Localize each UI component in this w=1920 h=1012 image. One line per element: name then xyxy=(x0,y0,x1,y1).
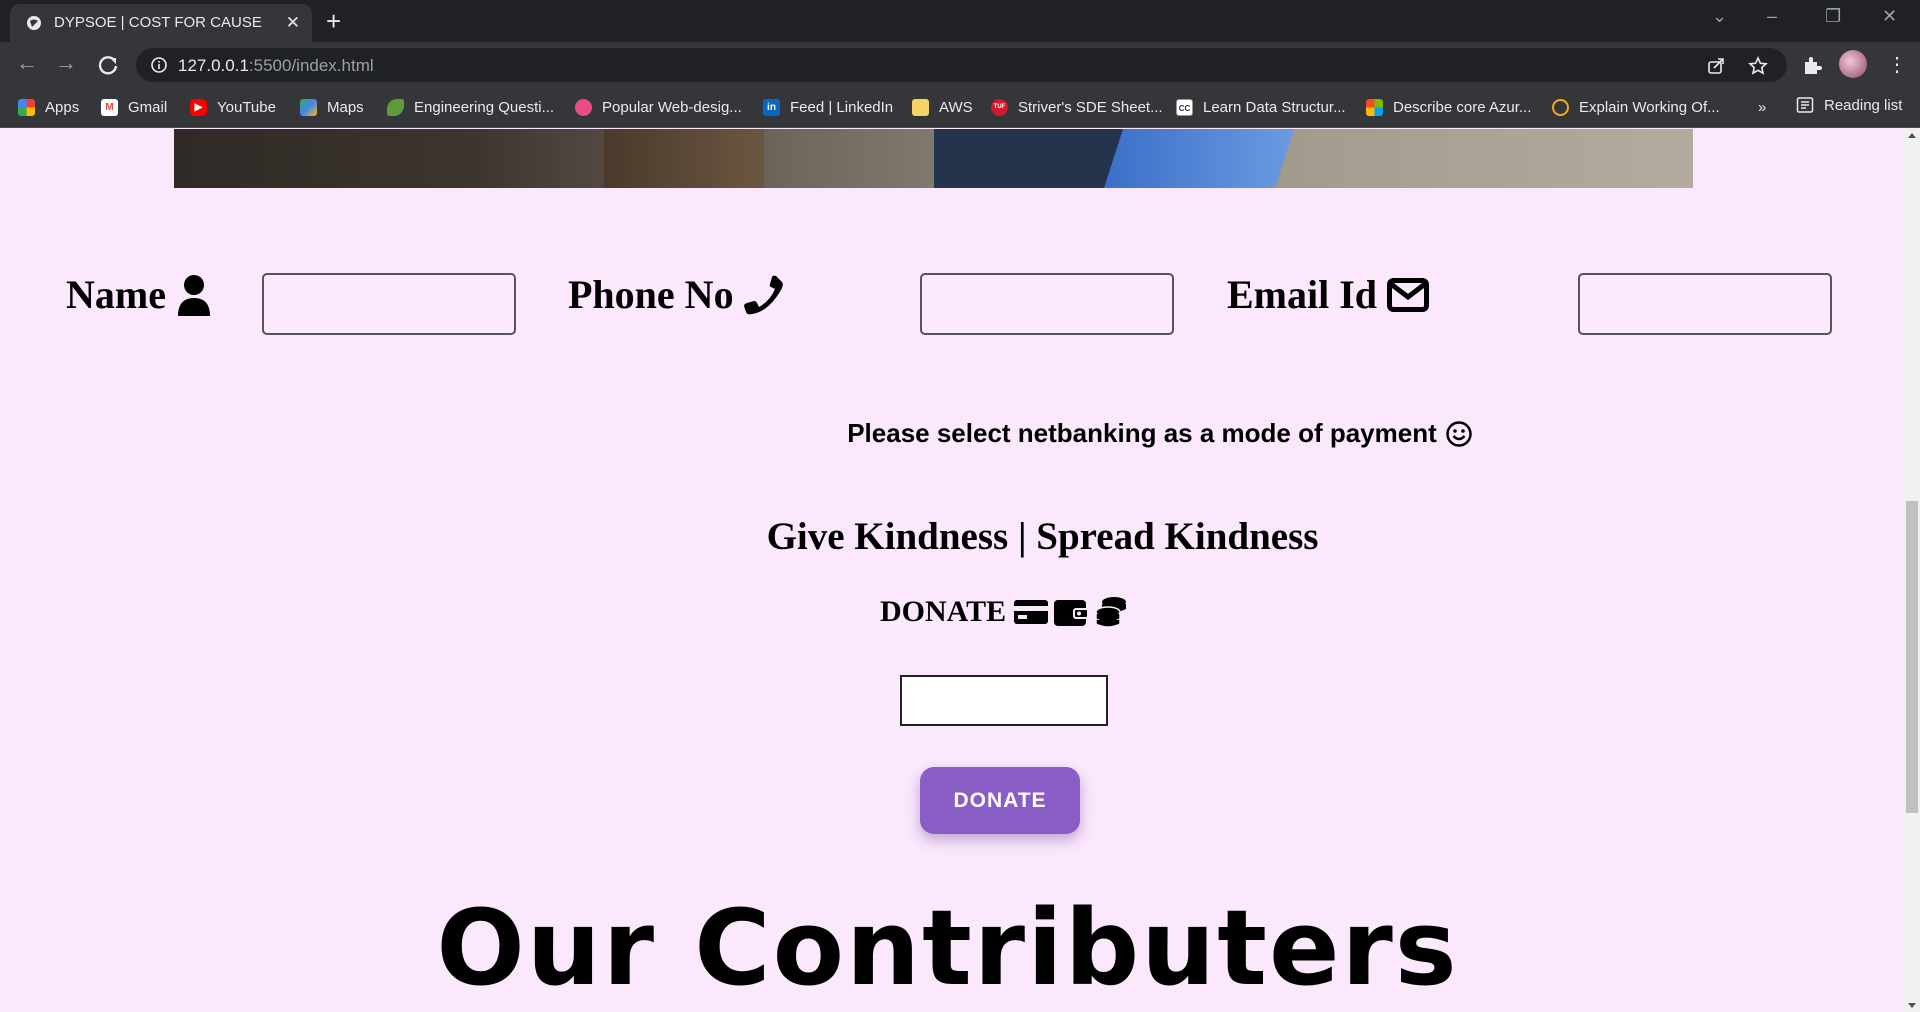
url-text: 127.0.0.1:5500/index.html xyxy=(178,56,374,75)
menu-kebab-icon[interactable]: ⋮ xyxy=(1887,52,1907,77)
email-input[interactable] xyxy=(1578,273,1832,335)
bookmark-youtube[interactable]: ▶ YouTube xyxy=(190,96,276,118)
apps-grid-icon xyxy=(18,98,35,116)
quora-icon xyxy=(1552,98,1569,116)
page-scrollbar[interactable] xyxy=(1904,129,1920,1012)
bookmark-webdesign[interactable]: Popular Web-desig... xyxy=(575,96,742,118)
leaf-icon xyxy=(387,98,404,116)
tab-search-icon[interactable]: ⌄ xyxy=(1712,6,1727,27)
reload-icon[interactable] xyxy=(97,54,119,76)
globe-icon xyxy=(27,16,41,30)
close-tab-icon[interactable]: ✕ xyxy=(286,13,300,33)
bookmark-striver[interactable]: TUF Striver's SDE Sheet... xyxy=(991,96,1163,118)
envelope-icon xyxy=(1387,277,1430,312)
bookmark-explain[interactable]: Explain Working Of... xyxy=(1552,96,1720,118)
wallet-icon xyxy=(1054,600,1089,626)
gmail-icon: M xyxy=(101,98,118,116)
credit-card-icon xyxy=(1014,600,1049,624)
bookmark-gmail[interactable]: M Gmail xyxy=(101,96,167,118)
forward-icon[interactable]: → xyxy=(55,50,77,76)
bookmark-maps[interactable]: Maps xyxy=(300,96,364,118)
folder-icon xyxy=(912,98,929,116)
name-input[interactable] xyxy=(262,273,516,335)
scroll-up-arrow-icon[interactable] xyxy=(1908,133,1916,138)
hero-image xyxy=(174,129,1693,188)
restore-icon[interactable]: ❐ xyxy=(1825,6,1841,27)
phone-icon xyxy=(743,275,783,314)
donate-heading: DONATE xyxy=(880,595,1128,629)
phone-input[interactable] xyxy=(920,273,1174,335)
coins-icon xyxy=(1095,597,1127,628)
reading-list-button[interactable]: Reading list xyxy=(1796,96,1902,114)
scroll-down-arrow-icon[interactable] xyxy=(1908,1003,1916,1008)
scrollbar-thumb[interactable] xyxy=(1906,501,1918,813)
bookmark-linkedin[interactable]: in Feed | LinkedIn xyxy=(763,96,893,118)
tab-strip: DYPSOE | COST FOR CAUSE ✕ + ⌄ – ❐ ✕ xyxy=(0,0,1920,42)
browser-tab[interactable]: DYPSOE | COST FOR CAUSE ✕ xyxy=(10,4,312,42)
profile-avatar[interactable] xyxy=(1839,50,1867,78)
tab-title: DYPSOE | COST FOR CAUSE xyxy=(54,14,262,31)
cc-icon: CC xyxy=(1176,98,1193,116)
bookmark-datastructures[interactable]: CC Learn Data Structur... xyxy=(1176,96,1346,118)
bookmark-azure[interactable]: Describe core Azur... xyxy=(1366,96,1531,118)
reading-list-icon xyxy=(1796,97,1814,113)
microsoft-icon xyxy=(1366,98,1383,116)
donate-button[interactable]: DONATE xyxy=(920,767,1080,834)
bookmarks-overflow-button[interactable]: » xyxy=(1758,96,1766,118)
share-icon[interactable] xyxy=(1706,56,1726,76)
window-close-icon[interactable]: ✕ xyxy=(1882,6,1897,27)
bookmark-star-icon[interactable] xyxy=(1748,56,1768,76)
browser-toolbar: ← → 127.0.0.1:5500/index.html ⋮ xyxy=(0,42,1920,88)
back-icon[interactable]: ← xyxy=(16,50,38,76)
email-label: Email Id xyxy=(1227,271,1430,318)
site-info-icon[interactable] xyxy=(150,56,168,74)
extensions-icon[interactable] xyxy=(1801,54,1823,76)
name-label: Name xyxy=(66,271,212,318)
minimize-icon[interactable]: – xyxy=(1767,6,1777,27)
bookmark-apps[interactable]: Apps xyxy=(18,96,79,118)
youtube-icon: ▶ xyxy=(190,98,207,116)
user-icon xyxy=(177,274,210,316)
page-viewport: Name Phone No Email Id Please select net… xyxy=(0,129,1904,1012)
smile-icon xyxy=(1446,420,1472,447)
dribbble-icon xyxy=(575,98,592,116)
bookmark-engineering[interactable]: Engineering Questi... xyxy=(387,96,554,118)
maps-icon xyxy=(300,98,317,116)
address-bar[interactable]: 127.0.0.1:5500/index.html xyxy=(136,48,1787,82)
donation-amount-input[interactable] xyxy=(900,675,1108,726)
new-tab-icon[interactable]: + xyxy=(326,6,341,37)
linkedin-icon: in xyxy=(763,98,780,116)
bookmarks-bar: Apps M Gmail ▶ YouTube Maps Engineering Qu… xyxy=(0,88,1920,128)
tuf-icon: TUF xyxy=(991,98,1008,116)
tagline: Give Kindness | Spread Kindness xyxy=(766,515,1319,558)
contributors-heading: Our Contributers xyxy=(436,887,1459,1009)
payment-note: Please select netbanking as a mode of pa… xyxy=(0,418,1904,449)
bookmark-aws[interactable]: AWS xyxy=(912,96,973,118)
phone-label: Phone No xyxy=(568,271,784,318)
